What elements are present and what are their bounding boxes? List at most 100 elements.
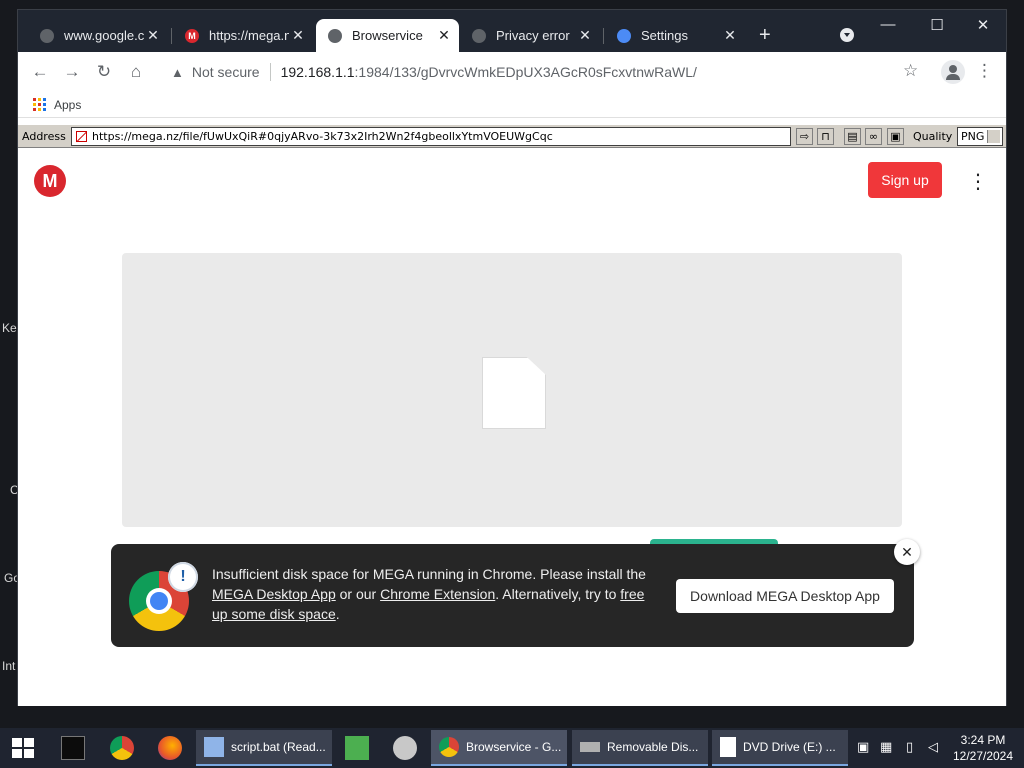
new-tab-button[interactable]: + [759,25,771,45]
download-desktop-app-button[interactable]: Download MEGA Desktop App [676,579,894,613]
notepad-icon [204,737,224,757]
taskbar: script.bat (Read... Browservice - G... R… [0,728,1024,768]
profile-avatar-icon[interactable] [941,60,965,84]
warning-triangle-icon[interactable]: ▲ [171,65,184,80]
task-browservice[interactable]: Browservice - G... [431,730,567,766]
color-icon[interactable]: ▦ [880,739,892,755]
tab-separator [603,28,604,44]
app-icon[interactable] [393,736,417,760]
close-icon[interactable]: ✕ [576,27,594,44]
mega-logo-icon[interactable]: M [34,165,66,197]
task-label: Removable Dis... [607,740,699,754]
divider [269,63,271,81]
cmd-icon[interactable] [61,736,85,760]
tab-separator [171,28,172,44]
quality-select[interactable]: PNG [957,127,1003,146]
security-icon [76,131,87,142]
omnibox[interactable]: ▲ Not secure 192.168.1.1 :1984/133/gDvrv… [161,57,926,87]
spreadsheet-icon[interactable] [345,736,369,760]
tab-search-icon[interactable] [840,28,854,42]
clock-date: 12/27/2024 [952,749,1014,763]
notification-message: Insufficient disk space for MEGA running… [212,564,657,624]
usb-icon[interactable]: ▯ [906,739,913,755]
tab-title: Browservice [352,28,423,43]
tab-privacy-error[interactable]: Privacy error ✕ [460,19,600,52]
browser-menu-icon[interactable]: ⋮ [976,61,993,81]
browservice-toolbar: Address https://mega.nz/file/fUwUxQiR#0q… [18,124,1006,148]
close-icon[interactable]: ✕ [289,27,307,44]
address-label: Address [22,130,66,143]
tab-title: Settings [641,28,688,43]
tab-settings[interactable]: Settings ✕ [605,19,745,52]
desktop-icon-label[interactable]: Ke [2,321,17,335]
page-content: M Sign up ⋮ ! Insufficient disk space fo… [18,149,1006,706]
tab-title: www.google.co [64,28,144,43]
apps-grid-icon[interactable] [33,98,46,111]
clock-time: 3:24 PM [960,733,1006,747]
network-icon[interactable]: ▣ [857,739,869,755]
bookmarks-bar: Apps [18,92,1006,118]
globe-icon [328,28,342,43]
globe-icon [40,28,54,43]
chrome-icon[interactable] [110,736,134,760]
task-dvd-drive[interactable]: DVD Drive (E:) ... [712,730,848,766]
disk-space-notification: ! Insufficient disk space for MEGA runni… [111,544,914,647]
find-binoculars-icon[interactable]: ∞ [865,128,882,145]
tab-google[interactable]: www.google.co ✕ [28,19,168,52]
bookmark-star-icon[interactable]: ☆ [903,61,918,81]
not-secure-label[interactable]: Not secure [192,64,260,80]
firefox-icon[interactable] [158,736,182,760]
history-icon[interactable]: ▤ [844,128,861,145]
tab-strip: www.google.co ✕ M https://mega.n ✕ Brows… [18,10,1006,52]
url-path: :1984/133/gDvrvcWmkEDpUX3AGcR0sFcxvtnwRa… [354,64,697,80]
message-text: or our [335,586,381,602]
chrome-icon [439,737,459,757]
go-arrow-icon[interactable]: ⇨ [796,128,813,145]
home-icon[interactable]: ⌂ [125,61,147,83]
task-removable-disk[interactable]: Removable Dis... [572,730,708,766]
system-clock[interactable]: 3:24 PM 12/27/2024 [948,732,1018,764]
window-close-button[interactable]: ✕ [968,16,998,34]
browservice-address-field[interactable]: https://mega.nz/file/fUwUxQiR#0qjyARvo-3… [71,127,791,146]
file-icon [720,737,736,757]
message-text: . Alternatively, try to [495,586,621,602]
file-icon [482,357,546,429]
maximize-button[interactable]: ☐ [922,16,952,34]
task-label: Browservice - G... [466,740,562,754]
signup-button[interactable]: Sign up [868,162,942,198]
windows-start-icon[interactable] [12,738,34,758]
file-preview-area [122,253,902,527]
alert-badge-icon: ! [168,562,198,592]
tab-browservice[interactable]: Browservice ✕ [316,19,459,52]
forward-arrow-icon[interactable]: → [61,61,83,83]
browservice-url: https://mega.nz/file/fUwUxQiR#0qjyARvo-3… [92,130,553,143]
reload-icon[interactable]: ↻ [93,61,115,83]
gear-icon [617,28,631,43]
mega-desktop-app-link[interactable]: MEGA Desktop App [212,586,336,602]
message-text: . [335,606,340,622]
notification-close-button[interactable]: ✕ [894,539,920,565]
volume-muted-icon[interactable]: ◁ [928,739,938,755]
message-text: Insufficient disk space for MEGA running… [212,566,646,582]
clipboard-icon[interactable]: ▣ [887,128,904,145]
task-label: DVD Drive (E:) ... [743,740,836,754]
bookmark-icon[interactable]: ⊓ [817,128,834,145]
url-host: 192.168.1.1 [280,64,355,80]
globe-icon [472,28,486,43]
back-arrow-icon[interactable]: ← [29,61,51,83]
quality-label: Quality [913,130,953,143]
desktop-icon-label[interactable]: Int [2,659,15,673]
browser-window: www.google.co ✕ M https://mega.n ✕ Brows… [17,9,1007,706]
close-icon[interactable]: ✕ [144,27,162,44]
close-icon[interactable]: ✕ [435,27,453,44]
task-label: script.bat (Read... [231,740,326,754]
minimize-button[interactable]: — [873,16,903,33]
apps-bookmark[interactable]: Apps [54,98,81,112]
task-script-bat[interactable]: script.bat (Read... [196,730,332,766]
tab-title: https://mega.n [209,28,289,43]
page-menu-icon[interactable]: ⋮ [968,169,988,194]
close-icon[interactable]: ✕ [721,27,739,44]
tab-mega[interactable]: M https://mega.n ✕ [173,19,313,52]
browser-toolbar: ← → ↻ ⌂ ▲ Not secure 192.168.1.1 :1984/1… [18,52,1006,92]
chrome-extension-link[interactable]: Chrome Extension [380,586,495,602]
